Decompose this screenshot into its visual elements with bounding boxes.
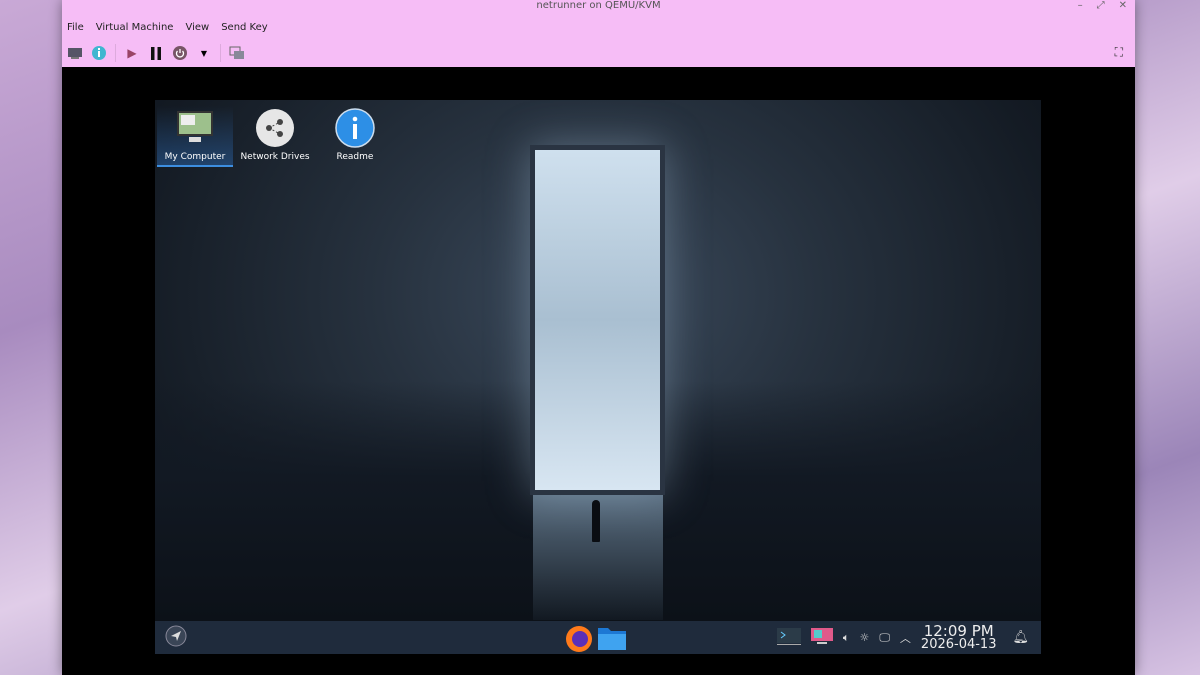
app-launcher-icon[interactable] bbox=[165, 625, 187, 651]
shutdown-icon[interactable] bbox=[172, 45, 188, 61]
console-icon[interactable] bbox=[67, 45, 83, 61]
vm-viewer-window: netrunner on QEMU/KVM – ⤢ ✕ File Virtual M… bbox=[62, 0, 1135, 675]
desktop-icon-readme[interactable]: Readme bbox=[317, 106, 393, 165]
wallpaper-portal bbox=[530, 145, 665, 495]
desktop-icon-my-computer[interactable]: My Computer bbox=[157, 106, 233, 167]
desktop-icon-network-drives[interactable]: Network Drives bbox=[237, 106, 313, 165]
clock-time: 12:09 PM bbox=[921, 624, 997, 638]
vm-task-icon[interactable] bbox=[811, 627, 833, 648]
taskbar: 🔈︎ ☼ 🖵︎ ︿ 12:09 PM 2026-04-13 🔔︎ bbox=[155, 621, 1041, 654]
system-tray: 🔈︎ ☼ 🖵︎ ︿ 12:09 PM 2026-04-13 🔔︎ bbox=[777, 621, 1041, 654]
title-bar: netrunner on QEMU/KVM – ⤢ ✕ bbox=[62, 0, 1135, 15]
menu-send-key[interactable]: Send Key bbox=[221, 22, 268, 33]
menu-virtual-machine[interactable]: Virtual Machine bbox=[96, 22, 174, 33]
toolbar-separator bbox=[220, 44, 221, 62]
close-button[interactable]: ✕ bbox=[1119, 0, 1127, 12]
file-manager-icon[interactable] bbox=[597, 624, 627, 654]
desktop-icon-label: My Computer bbox=[165, 152, 226, 162]
pause-icon[interactable] bbox=[148, 45, 164, 61]
dropdown-icon[interactable]: ▼ bbox=[196, 45, 212, 61]
desktop-icon-label: Network Drives bbox=[240, 152, 309, 162]
run-icon[interactable]: ▶ bbox=[124, 45, 140, 61]
clock-date: 2026-04-13 bbox=[921, 638, 997, 652]
guest-desktop[interactable]: My Computer Network Drives Readme 🔈︎ ☼ 🖵… bbox=[155, 100, 1041, 654]
brightness-icon[interactable]: ☼ bbox=[859, 631, 869, 644]
fullscreen-icon[interactable]: ⛶ bbox=[1115, 45, 1123, 60]
volume-icon[interactable]: 🔈︎ bbox=[843, 631, 850, 645]
terminal-task-icon[interactable] bbox=[777, 627, 801, 648]
info-icon[interactable] bbox=[91, 45, 107, 61]
menu-file[interactable]: File bbox=[67, 22, 84, 33]
toolbar-separator bbox=[115, 44, 116, 62]
minimize-button[interactable]: – bbox=[1078, 0, 1083, 12]
menu-bar: File Virtual Machine View Send Key bbox=[62, 15, 1135, 39]
info-icon bbox=[335, 108, 375, 148]
clock[interactable]: 12:09 PM 2026-04-13 bbox=[921, 624, 997, 652]
maximize-button[interactable]: ⤢ bbox=[1097, 0, 1105, 12]
notifications-bell-icon[interactable]: 🔔︎ bbox=[1012, 630, 1029, 645]
menu-view[interactable]: View bbox=[185, 22, 209, 33]
network-share-icon bbox=[255, 108, 295, 148]
snapshots-icon[interactable] bbox=[229, 45, 245, 61]
desktop-icon-label: Readme bbox=[337, 152, 374, 162]
network-icon[interactable]: 🖵︎ bbox=[879, 631, 890, 645]
window-title: netrunner on QEMU/KVM bbox=[536, 0, 660, 11]
show-hidden-icons-chevron-up-icon[interactable]: ︿ bbox=[900, 630, 911, 646]
toolbar: ▶ ▼ ⛶ bbox=[62, 39, 1135, 67]
wallpaper-figure bbox=[592, 500, 600, 542]
firefox-icon[interactable] bbox=[563, 622, 595, 654]
computer-icon bbox=[175, 108, 215, 148]
